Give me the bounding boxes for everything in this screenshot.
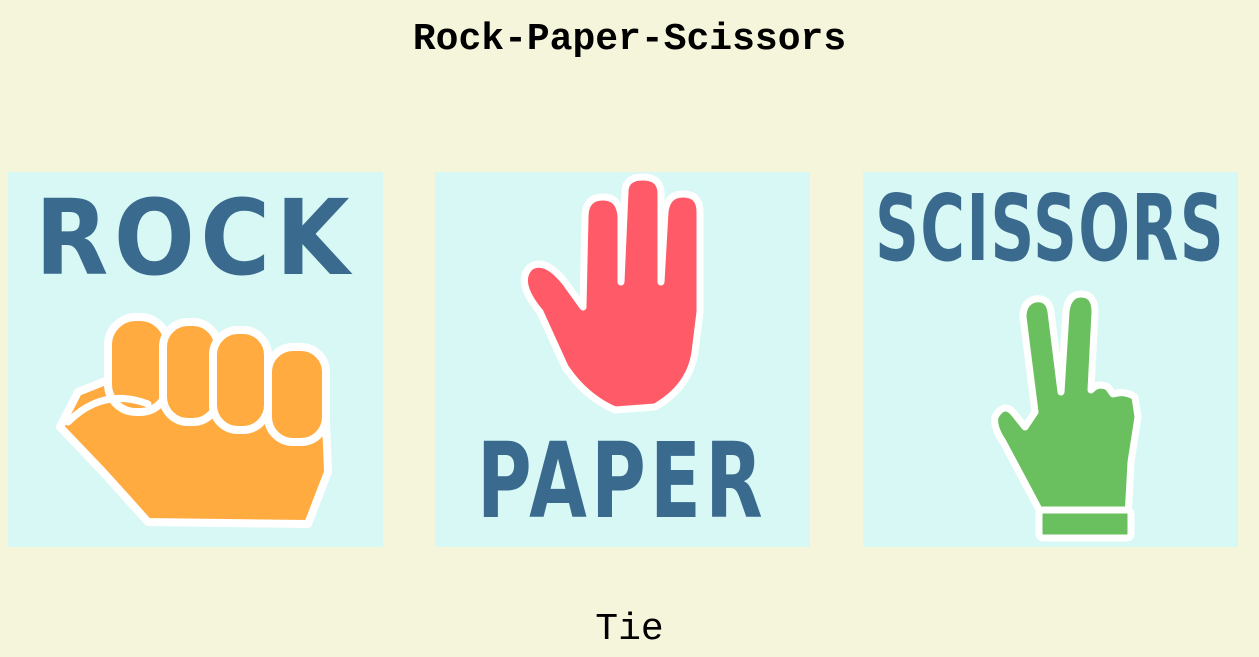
rock-card-art: ROCK bbox=[35, 177, 355, 528]
game-title: Rock-Paper-Scissors bbox=[412, 18, 847, 61]
scissors-label: SCISSORS bbox=[875, 175, 1225, 282]
victory-hand-icon bbox=[991, 290, 1142, 542]
scissors-card-art: SCISSORS bbox=[875, 175, 1225, 542]
paper-card-art: PAPER bbox=[477, 173, 767, 542]
paper-label: PAPER bbox=[477, 420, 767, 542]
result-text: Tie bbox=[595, 608, 664, 651]
open-hand-icon bbox=[520, 173, 704, 414]
paper-choice-button[interactable]: PAPER bbox=[435, 172, 810, 547]
rock-label: ROCK bbox=[35, 177, 355, 299]
scissors-choice-button[interactable]: SCISSORS bbox=[863, 172, 1238, 547]
rock-choice-button[interactable]: ROCK bbox=[8, 172, 383, 547]
choice-row: ROCK PAPER SCISSORS bbox=[8, 172, 1248, 547]
fist-icon bbox=[56, 313, 332, 528]
